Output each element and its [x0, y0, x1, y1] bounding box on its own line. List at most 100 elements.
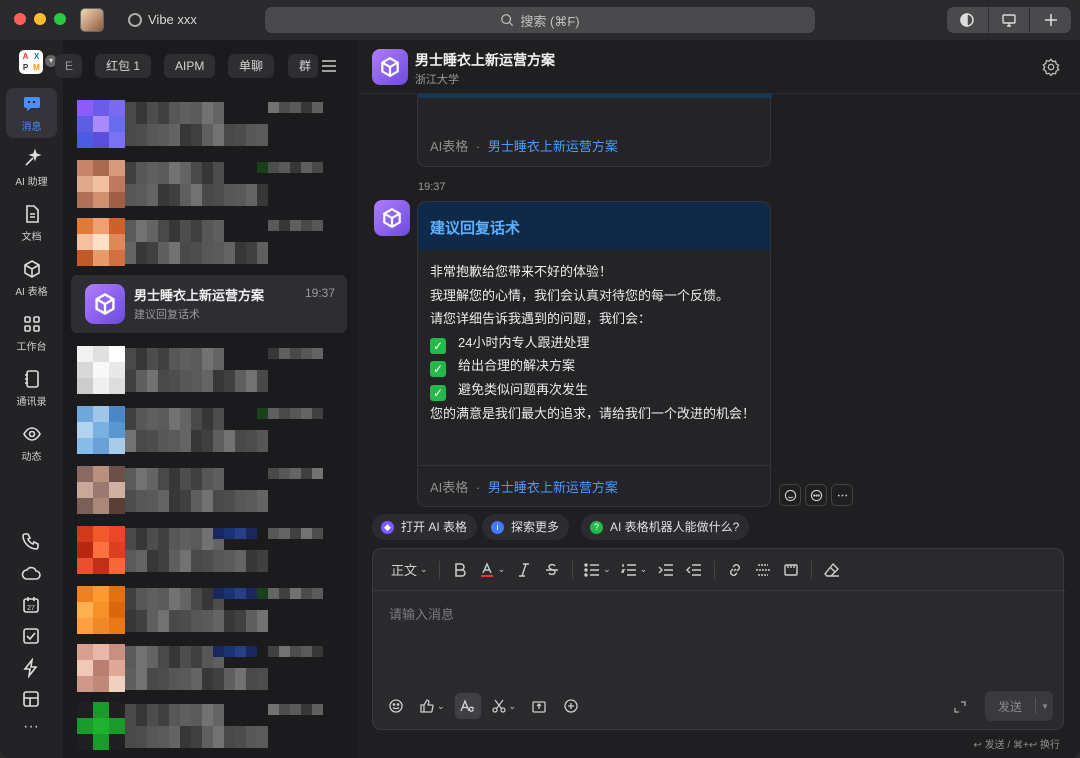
- workspace-name[interactable]: Vibe xxx: [148, 12, 197, 27]
- zoom-window-button[interactable]: [54, 13, 66, 25]
- list-item[interactable]: [63, 466, 357, 526]
- nav-item-ai-assistant[interactable]: AI 助理: [6, 143, 57, 193]
- minimize-window-button[interactable]: [34, 13, 46, 25]
- checkmark-icon: ✓: [430, 361, 446, 378]
- app-logo[interactable]: AXPM: [19, 50, 43, 74]
- status-button[interactable]: [947, 7, 989, 33]
- chevron-down-icon: ⌄: [508, 700, 517, 711]
- list-item[interactable]: [63, 644, 357, 704]
- message-input[interactable]: 请输入消息: [389, 604, 454, 623]
- filter-chip[interactable]: 红包 1: [95, 54, 152, 78]
- footer-source: AI表格: [430, 139, 469, 154]
- check-item: ✓ 24小时内专人跟进处理: [430, 331, 760, 355]
- nav-item-ai-table[interactable]: AI 表格: [6, 253, 57, 303]
- avatar: [77, 218, 125, 266]
- quick-action-help[interactable]: ? AI 表格机器人能做什么?: [581, 514, 750, 540]
- reaction-button[interactable]: [779, 484, 801, 506]
- list-item[interactable]: [63, 100, 357, 160]
- search-icon: [501, 14, 514, 27]
- help-icon: ?: [590, 520, 603, 534]
- send-label: 发送: [997, 699, 1022, 714]
- list-item[interactable]: [63, 702, 357, 758]
- checkmark-icon: ✓: [430, 337, 446, 354]
- message-time: 19:37: [418, 181, 446, 193]
- link-button[interactable]: [721, 556, 749, 584]
- thumbs-up-button[interactable]: ⌄: [415, 693, 449, 719]
- italic-button[interactable]: [510, 556, 538, 584]
- nav-item-contacts[interactable]: 通讯录: [6, 363, 57, 413]
- indent-icon: [658, 563, 674, 576]
- check-text: 24小时内专人跟进处理: [458, 334, 590, 350]
- more-icon[interactable]: ···: [21, 719, 41, 740]
- numbered-list-button[interactable]: ⌄: [616, 556, 653, 584]
- screen-share-button[interactable]: [989, 7, 1031, 33]
- upload-button[interactable]: [526, 693, 552, 719]
- screenshot-button[interactable]: ⌄: [487, 693, 521, 719]
- nav-item-messages[interactable]: 消息: [6, 88, 57, 138]
- text-color-icon: [480, 561, 493, 577]
- list-item[interactable]: [63, 586, 357, 646]
- code-block-button[interactable]: [777, 556, 805, 584]
- gear-icon[interactable]: [1042, 58, 1060, 76]
- calendar-button[interactable]: 27: [21, 595, 41, 615]
- list-item[interactable]: [63, 218, 357, 278]
- add-button[interactable]: [1030, 7, 1071, 33]
- global-search[interactable]: 搜索 (⌘F): [265, 7, 815, 33]
- cloud-button[interactable]: [21, 563, 41, 583]
- avatar[interactable]: [372, 49, 408, 85]
- list-item[interactable]: [63, 526, 357, 586]
- quick-action-explore[interactable]: i 探索更多: [482, 514, 570, 540]
- bold-button[interactable]: [446, 556, 474, 584]
- conversation-preview: [125, 220, 323, 264]
- card-title: 建议回复话术: [430, 220, 521, 237]
- cloud-icon: [21, 566, 41, 580]
- bullet-list-button[interactable]: ⌄: [579, 556, 616, 584]
- link-icon: [730, 563, 741, 576]
- send-button[interactable]: 发送 ▼: [985, 691, 1053, 721]
- strikethrough-button[interactable]: [538, 556, 566, 584]
- divider-button[interactable]: [749, 556, 777, 584]
- plus-icon: [1044, 14, 1057, 26]
- list-item[interactable]: [63, 406, 357, 466]
- filter-chip[interactable]: 群聊: [288, 54, 318, 78]
- avatar[interactable]: [80, 8, 104, 32]
- outdent-button[interactable]: [680, 556, 708, 584]
- more-button[interactable]: [831, 484, 853, 506]
- card-line: 我理解您的心情，我们会认真对待您的每一个反馈。: [430, 287, 730, 303]
- tasks-button[interactable]: [21, 626, 41, 646]
- table-link[interactable]: 男士睡衣上新运营方案: [488, 139, 618, 154]
- clear-format-button[interactable]: [818, 556, 846, 584]
- filter-chip[interactable]: E: [55, 54, 83, 78]
- list-item[interactable]: [63, 160, 357, 220]
- quick-action-open-table[interactable]: ◆ 打开 AI 表格: [372, 514, 478, 540]
- nav-item-moments[interactable]: 动态: [6, 418, 57, 468]
- conversation-preview: [125, 528, 323, 572]
- nav-item-workbench[interactable]: 工作台: [6, 308, 57, 358]
- text-style-select[interactable]: 正文 ⌄: [386, 556, 433, 584]
- list-item[interactable]: [63, 346, 357, 406]
- chat-title[interactable]: 男士睡衣上新运营方案: [415, 50, 555, 70]
- indent-button[interactable]: [652, 556, 680, 584]
- expand-icon[interactable]: [953, 700, 967, 714]
- filter-chip[interactable]: AIPM: [164, 54, 216, 78]
- avatar[interactable]: [374, 200, 410, 236]
- table-link[interactable]: 男士睡衣上新运营方案: [488, 480, 618, 495]
- chevron-down-icon[interactable]: ▼: [1041, 702, 1049, 711]
- apps-button[interactable]: [21, 689, 41, 709]
- thumbs-up-icon: [420, 699, 434, 713]
- chevron-down-icon: ⌄: [603, 564, 611, 574]
- menu-icon[interactable]: [321, 59, 337, 73]
- reply-button[interactable]: [805, 484, 827, 506]
- quick-action-label: 探索更多: [511, 520, 560, 534]
- nav-item-docs[interactable]: 文档: [6, 198, 57, 248]
- call-button[interactable]: [21, 531, 41, 551]
- text-color-button[interactable]: ⌄: [474, 556, 511, 584]
- automation-button[interactable]: [21, 657, 41, 679]
- emoji-button[interactable]: [383, 693, 409, 719]
- filter-chip[interactable]: 单聊: [228, 54, 275, 78]
- add-more-button[interactable]: [558, 693, 584, 719]
- list-item-selected[interactable]: 男士睡衣上新运营方案 19:37 建议回复话术: [71, 275, 347, 333]
- close-window-button[interactable]: [14, 13, 26, 25]
- text-format-button[interactable]: [454, 693, 481, 719]
- avatar: [77, 702, 125, 750]
